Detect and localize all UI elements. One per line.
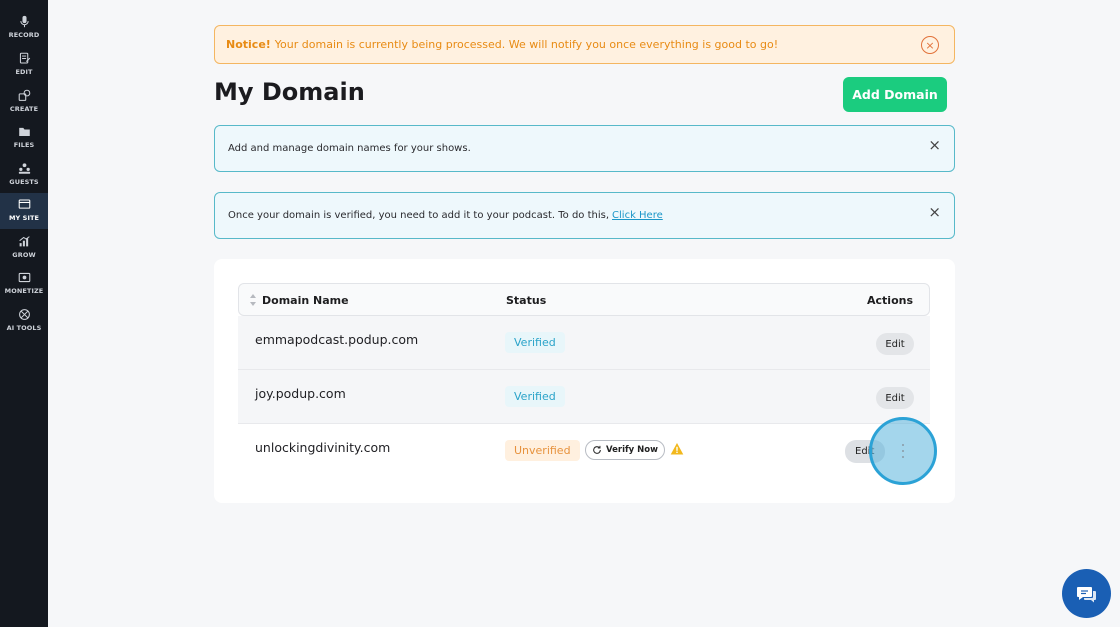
close-circle-icon[interactable]: × bbox=[921, 36, 939, 54]
table-row: emmapodcast.podup.com Verified Edit bbox=[238, 316, 930, 370]
main-content: Notice! Your domain is currently being p… bbox=[48, 0, 1120, 627]
sidebar-item-label: MONETIZE bbox=[4, 287, 44, 295]
sidebar-item-my-site[interactable]: MY SITE bbox=[0, 193, 48, 229]
sidebar-item-label: EDIT bbox=[15, 68, 33, 76]
domains-table-card: Domain Name Status Actions emmapodcast.p… bbox=[214, 259, 955, 503]
sidebar-item-record[interactable]: RECORD bbox=[0, 10, 48, 46]
monetize-icon bbox=[17, 270, 31, 284]
sidebar-item-guests[interactable]: GUESTS bbox=[0, 157, 48, 193]
sidebar-item-ai-tools[interactable]: AI TOOLS bbox=[0, 303, 48, 339]
domain-name: joy.podup.com bbox=[255, 386, 346, 401]
sidebar-item-label: RECORD bbox=[8, 31, 40, 39]
column-header-domain-name[interactable]: Domain Name bbox=[262, 294, 349, 307]
domain-name: emmapodcast.podup.com bbox=[255, 332, 419, 347]
processing-notice: Notice! Your domain is currently being p… bbox=[214, 25, 955, 64]
microphone-icon bbox=[17, 14, 31, 28]
page-title: My Domain bbox=[214, 78, 365, 106]
sidebar-item-label: CREATE bbox=[9, 105, 39, 113]
domain-name: unlockingdivinity.com bbox=[255, 440, 391, 455]
info-text: Add and manage domain names for your sho… bbox=[228, 143, 471, 154]
table-row: unlockingdivinity.com Unverified Verify … bbox=[238, 424, 930, 478]
chat-support-button[interactable] bbox=[1062, 569, 1111, 618]
info-box-manage: Add and manage domain names for your sho… bbox=[214, 125, 955, 172]
refresh-icon bbox=[593, 445, 601, 454]
sidebar-item-label: FILES bbox=[13, 141, 35, 149]
sidebar-item-monetize[interactable]: MONETIZE bbox=[0, 266, 48, 302]
close-icon[interactable]: × bbox=[928, 138, 941, 153]
chat-icon bbox=[1076, 586, 1096, 602]
edit-document-icon bbox=[17, 51, 31, 65]
verify-now-label: Verify Now bbox=[606, 445, 658, 455]
notice-prefix: Notice! bbox=[226, 38, 271, 51]
sidebar-item-files[interactable]: FILES bbox=[0, 120, 48, 156]
sort-icon[interactable] bbox=[249, 293, 257, 307]
create-shapes-icon bbox=[17, 88, 31, 102]
status-badge: Unverified bbox=[505, 440, 580, 461]
notice-text: Your domain is currently being processed… bbox=[274, 38, 779, 51]
column-header-status: Status bbox=[506, 294, 547, 307]
sidebar-item-label: MY SITE bbox=[8, 214, 40, 222]
table-header: Domain Name Status Actions bbox=[238, 283, 930, 316]
sidebar-item-grow[interactable]: GROW bbox=[0, 230, 48, 266]
column-header-actions: Actions bbox=[867, 294, 913, 307]
sidebar-item-edit[interactable]: EDIT bbox=[0, 47, 48, 83]
status-badge: Verified bbox=[505, 386, 565, 407]
status-badge: Verified bbox=[505, 332, 565, 353]
growth-chart-icon bbox=[17, 234, 31, 248]
sidebar: RECORD EDIT CREATE FILES GUESTS MY SITE bbox=[0, 0, 48, 627]
sidebar-item-create[interactable]: CREATE bbox=[0, 84, 48, 120]
edit-button[interactable]: Edit bbox=[876, 333, 914, 355]
verify-now-button[interactable]: Verify Now bbox=[585, 440, 665, 460]
more-options-icon[interactable] bbox=[898, 444, 908, 458]
close-icon[interactable]: × bbox=[928, 205, 941, 220]
click-here-link[interactable]: Click Here bbox=[612, 210, 663, 221]
info-box-verify: Once your domain is verified, you need t… bbox=[214, 192, 955, 239]
guests-icon bbox=[17, 161, 31, 175]
sidebar-item-label: AI TOOLS bbox=[6, 324, 42, 332]
edit-button[interactable]: Edit bbox=[876, 387, 914, 409]
add-domain-button[interactable]: Add Domain bbox=[843, 77, 947, 112]
warning-icon bbox=[670, 443, 684, 455]
sidebar-item-label: GUESTS bbox=[9, 178, 39, 186]
website-icon bbox=[17, 197, 31, 211]
sidebar-item-label: GROW bbox=[12, 251, 36, 259]
ai-tools-icon bbox=[17, 307, 31, 321]
info-text: Once your domain is verified, you need t… bbox=[228, 210, 610, 221]
folder-icon bbox=[17, 124, 31, 138]
table-row: joy.podup.com Verified Edit bbox=[238, 370, 930, 424]
